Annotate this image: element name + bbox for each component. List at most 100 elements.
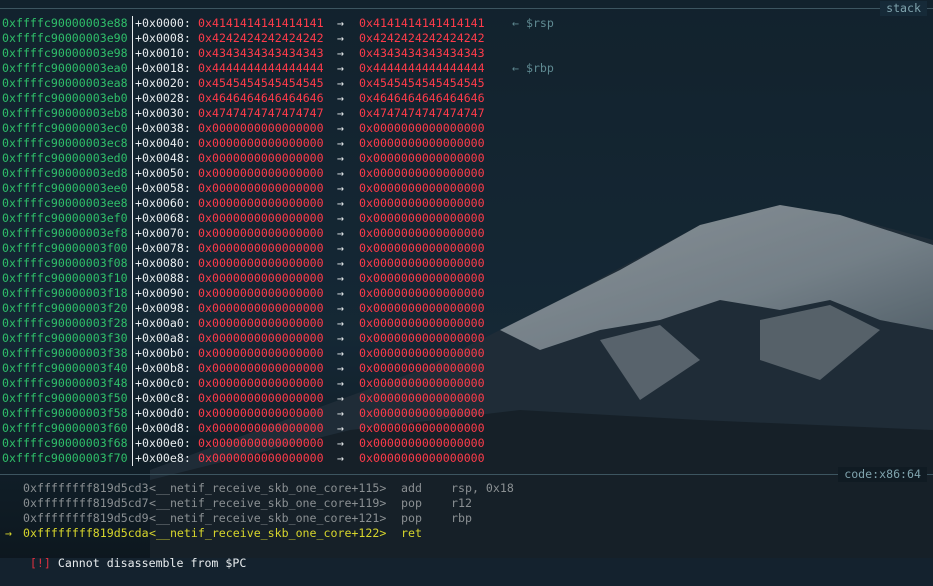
current-instruction: → 0xffffffff819d5cda <__netif_receive_skb_… (0, 526, 933, 541)
column-divider (132, 286, 133, 301)
stack-value: 0x4646464646464646 (198, 91, 324, 105)
instruction-mnemonic: ret (401, 526, 422, 540)
stack-value: 0x0000000000000000 (198, 316, 324, 330)
deref-arrow: → (337, 136, 344, 150)
deref-value: 0x0000000000000000 (359, 376, 485, 390)
stack-value: 0x4444444444444444 (198, 61, 324, 75)
column-divider (132, 301, 133, 316)
stack-address: 0xffffc90000003f18 (2, 286, 128, 300)
stack-value: 0x0000000000000000 (198, 301, 324, 315)
deref-value: 0x0000000000000000 (359, 391, 485, 405)
deref-value: 0x0000000000000000 (359, 211, 485, 225)
stack-offset: +0x00d0: (135, 406, 191, 420)
stack-address: 0xffffc90000003f08 (2, 256, 128, 270)
stack-row: 0xffffc90000003ea0 +0x0018: 0x444444444444… (0, 61, 933, 76)
column-divider (132, 91, 133, 106)
deref-value: 0x4141414141414141 (359, 16, 485, 30)
deref-value: 0x4747474747474747 (359, 106, 485, 120)
stack-address: 0xffffc90000003f48 (2, 376, 128, 390)
stack-row: 0xffffc90000003e90 +0x0008: 0x424242424242… (0, 31, 933, 46)
stack-address: 0xffffc90000003f10 (2, 271, 128, 285)
stack-row: 0xffffc90000003f60 +0x00d8: 0x000000000000… (0, 421, 933, 436)
instruction-mnemonic: add (401, 481, 422, 495)
stack-address: 0xffffc90000003f40 (2, 361, 128, 375)
stack-offset: +0x0098: (135, 301, 191, 315)
deref-value: 0x0000000000000000 (359, 166, 485, 180)
stack-value: 0x0000000000000000 (198, 376, 324, 390)
instruction-line: 0xffffffff819d5cd7 <__netif_receive_skb_o… (0, 496, 933, 511)
instruction-mnemonic: pop (401, 511, 422, 525)
stack-value: 0x0000000000000000 (198, 121, 324, 135)
stack-address: 0xffffc90000003f70 (2, 451, 128, 465)
stack-offset: +0x0020: (135, 76, 191, 90)
stack-address: 0xffffc90000003f58 (2, 406, 128, 420)
stack-value: 0x4343434343434343 (198, 46, 324, 60)
stack-pane-title: stack (880, 1, 927, 16)
deref-arrow: → (337, 436, 344, 450)
instruction-symbol: <__netif_receive_skb_one_core+121> (149, 511, 387, 525)
deref-value: 0x4343434343434343 (359, 46, 485, 60)
stack-row: 0xffffc90000003ee8 +0x0060: 0x000000000000… (0, 196, 933, 211)
stack-address: 0xffffc90000003f60 (2, 421, 128, 435)
column-divider (132, 406, 133, 421)
deref-arrow: → (337, 271, 344, 285)
stack-value: 0x4242424242424242 (198, 31, 324, 45)
stack-value: 0x0000000000000000 (198, 136, 324, 150)
column-divider (132, 346, 133, 361)
stack-value: 0x0000000000000000 (198, 196, 324, 210)
deref-arrow: → (337, 91, 344, 105)
instruction-symbol: <__netif_receive_skb_one_core+115> (149, 481, 387, 495)
deref-value: 0x0000000000000000 (359, 361, 485, 375)
stack-address: 0xffffc90000003ec8 (2, 136, 128, 150)
stack-offset: +0x00e0: (135, 436, 191, 450)
deref-value: 0x0000000000000000 (359, 241, 485, 255)
stack-row: 0xffffc90000003f00 +0x0078: 0x000000000000… (0, 241, 933, 256)
deref-arrow: → (337, 16, 344, 30)
deref-arrow: → (337, 256, 344, 270)
column-divider (132, 76, 133, 91)
instruction-address: 0xffffffff819d5cd3 (23, 481, 149, 495)
column-divider (132, 316, 133, 331)
stack-row: 0xffffc90000003ef8 +0x0070: 0x000000000000… (0, 226, 933, 241)
stack-offset: +0x0038: (135, 121, 191, 135)
stack-offset: +0x0090: (135, 286, 191, 300)
deref-value: 0x0000000000000000 (359, 451, 485, 465)
deref-value: 0x0000000000000000 (359, 181, 485, 195)
deref-arrow: → (337, 106, 344, 120)
stack-offset: +0x0070: (135, 226, 191, 240)
register-marker: ← $rsp (512, 16, 554, 30)
stack-row: 0xffffc90000003f10 +0x0088: 0x000000000000… (0, 271, 933, 286)
stack-address: 0xffffc90000003ed8 (2, 166, 128, 180)
column-divider (132, 136, 133, 151)
deref-arrow: → (337, 61, 344, 75)
deref-value: 0x0000000000000000 (359, 256, 485, 270)
deref-arrow: → (337, 31, 344, 45)
column-divider (132, 241, 133, 256)
stack-offset: +0x0048: (135, 151, 191, 165)
column-divider (132, 436, 133, 451)
deref-value: 0x4444444444444444 (359, 61, 485, 75)
stack-row: 0xffffc90000003f58 +0x00d0: 0x000000000000… (0, 406, 933, 421)
stack-offset: +0x0010: (135, 46, 191, 60)
stack-value: 0x4545454545454545 (198, 76, 324, 90)
column-divider (132, 46, 133, 61)
stack-value: 0x0000000000000000 (198, 271, 324, 285)
stack-offset: +0x0030: (135, 106, 191, 120)
column-divider (132, 61, 133, 76)
stack-row: 0xffffc90000003f38 +0x00b0: 0x000000000000… (0, 346, 933, 361)
deref-value: 0x0000000000000000 (359, 151, 485, 165)
column-divider (132, 256, 133, 271)
stack-value: 0x0000000000000000 (198, 331, 324, 345)
stack-row: 0xffffc90000003f40 +0x00b8: 0x000000000000… (0, 361, 933, 376)
column-divider (132, 451, 133, 466)
stack-offset: +0x00d8: (135, 421, 191, 435)
stack-value: 0x0000000000000000 (198, 391, 324, 405)
deref-value: 0x4646464646464646 (359, 91, 485, 105)
stack-offset: +0x00c8: (135, 391, 191, 405)
stack-value: 0x4141414141414141 (198, 16, 324, 30)
deref-value: 0x0000000000000000 (359, 316, 485, 330)
stack-offset: +0x00a8: (135, 331, 191, 345)
column-divider (132, 166, 133, 181)
stack-offset: +0x0068: (135, 211, 191, 225)
stack-row: 0xffffc90000003ec0 +0x0038: 0x000000000000… (0, 121, 933, 136)
